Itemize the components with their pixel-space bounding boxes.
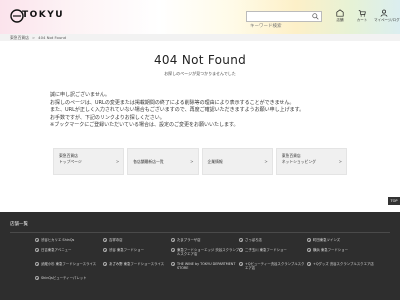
chevron-right-icon: > xyxy=(264,159,268,164)
chevron-right-icon: > xyxy=(338,159,342,164)
arrow-circle-icon xyxy=(103,247,107,252)
logo-text: TOKYU xyxy=(22,10,65,20)
message-line: また、URLが正しく入力されていない場合もございますので、再度ご確認いただきます… xyxy=(50,107,305,114)
store-link[interactable]: THE WINE by TOKYU DEPARTMENT STORE xyxy=(171,262,239,271)
page-subtitle: お探しのページが見つかりませんでした xyxy=(164,71,236,76)
store-link[interactable]: 日吉東急アベニュー xyxy=(35,248,103,257)
card-subtitle: ネットショッピング xyxy=(281,159,316,164)
store-list: 渋谷ヒカリエ ShinQs 吉祥寺店 たまプラーザ店 さっぽろ店 町田東急ツイン… xyxy=(35,238,375,281)
arrow-circle-icon xyxy=(171,262,175,267)
store-link[interactable]: 町田東急ツインズ xyxy=(307,238,375,243)
arrow-circle-icon xyxy=(171,247,175,252)
card-subtitle: トップページ xyxy=(59,159,82,164)
user-icon xyxy=(380,9,388,17)
search-input[interactable] xyxy=(247,22,311,31)
site-footer: 店舗一覧 渋谷ヒカリエ ShinQs 吉祥寺店 たまプラーザ店 さっぽろ店 町田… xyxy=(0,212,400,300)
message-line: 誠に申し訳ございません。 xyxy=(50,92,110,98)
store-link[interactable]: +Qグッズ 渋谷スクランブルスクエア店 xyxy=(307,262,375,271)
arrow-circle-icon xyxy=(35,238,39,243)
store-link[interactable]: +Qビューティー渋谷スクランブルスクエア店 xyxy=(239,262,307,271)
store-link[interactable]: たまプラーザ店 xyxy=(171,238,239,243)
arrow-circle-icon xyxy=(239,247,243,252)
arrow-circle-icon xyxy=(171,238,175,243)
card-online-shopping[interactable]: 東急百貨店 ネットショッピング > xyxy=(275,148,347,175)
arrow-circle-icon xyxy=(35,247,39,252)
cart-link[interactable]: カート xyxy=(352,9,372,23)
store-link[interactable]: さっぽろ店 xyxy=(239,238,307,243)
store-list-title: 店舗一覧 xyxy=(10,222,28,227)
store-link[interactable]: 横浜 東急フードショー xyxy=(307,248,375,257)
cart-label: カート xyxy=(356,18,368,22)
error-message: 誠に申し訳ございません。 お探しのページは、URLの変更または掲載期間の終了によ… xyxy=(50,92,370,130)
store-link[interactable]: あざみ野 東急フードショースライス xyxy=(103,262,171,271)
breadcrumb-home[interactable]: 東急百貨店 xyxy=(10,35,29,40)
search-icon[interactable] xyxy=(312,13,319,20)
arrow-circle-icon xyxy=(239,262,243,267)
breadcrumb-current: 404 Not Found xyxy=(38,35,67,40)
store-link[interactable]: ShinQsビューティーパレット xyxy=(35,276,103,281)
store-link[interactable]: 東急フードショーエッジ 渋谷スクランブルスクエア店 xyxy=(171,248,239,257)
arrow-circle-icon xyxy=(103,238,107,243)
arrow-circle-icon xyxy=(239,238,243,243)
store-link[interactable]: 武蔵小杉 東急フードショースライス xyxy=(35,262,103,271)
cart-icon xyxy=(358,10,366,17)
page-title: 404 Not Found xyxy=(153,53,247,67)
card-title: 各店舗最新店一覧 xyxy=(133,158,164,164)
breadcrumb-separator: > xyxy=(31,35,36,40)
link-cards: 東急百貨店 トップページ > 各店舗最新店一覧 > 企業情報 > 東急百貨店 ネ… xyxy=(53,148,347,175)
store-link[interactable]: 店舗 xyxy=(330,9,350,23)
store-link[interactable]: 吉祥寺店 xyxy=(103,238,171,243)
arrow-circle-icon xyxy=(35,262,39,267)
store-link[interactable]: 二子玉川 東急フードショー xyxy=(239,248,307,257)
breadcrumb: 東急百貨店 >404 Not Found xyxy=(0,34,400,41)
arrow-circle-icon xyxy=(307,238,311,243)
arrow-circle-icon xyxy=(307,247,311,252)
mypage-link[interactable]: マイページ/ログイン xyxy=(374,9,400,23)
divider xyxy=(10,232,390,233)
arrow-circle-icon xyxy=(35,276,39,281)
card-company-info[interactable]: 企業情報 > xyxy=(201,148,273,175)
mypage-label: マイページ/ログイン xyxy=(374,18,400,22)
card-title: 企業情報 xyxy=(207,158,223,164)
chevron-right-icon: > xyxy=(190,159,194,164)
card-top-page[interactable]: 東急百貨店 トップページ > xyxy=(53,148,125,175)
back-to-top-button[interactable]: TOP xyxy=(388,197,400,205)
store-link[interactable]: 渋谷ヒカリエ ShinQs xyxy=(35,238,103,243)
arrow-circle-icon xyxy=(103,262,107,267)
chevron-right-icon: > xyxy=(115,159,120,164)
store-label: 店舗 xyxy=(336,18,344,22)
arrow-circle-icon xyxy=(307,262,311,267)
store-icon xyxy=(336,9,344,17)
card-store-list[interactable]: 各店舗最新店一覧 > xyxy=(127,148,199,175)
store-link[interactable]: 渋谷 東急フードショー xyxy=(103,248,171,257)
site-header: TOKYU 店舗 カート マイページ/ログイン xyxy=(0,0,400,34)
message-line: ※ブックマークにご登録いただいている場合は、設定のご変更をお願いいたします。 xyxy=(50,122,239,129)
search-box[interactable] xyxy=(246,11,322,31)
